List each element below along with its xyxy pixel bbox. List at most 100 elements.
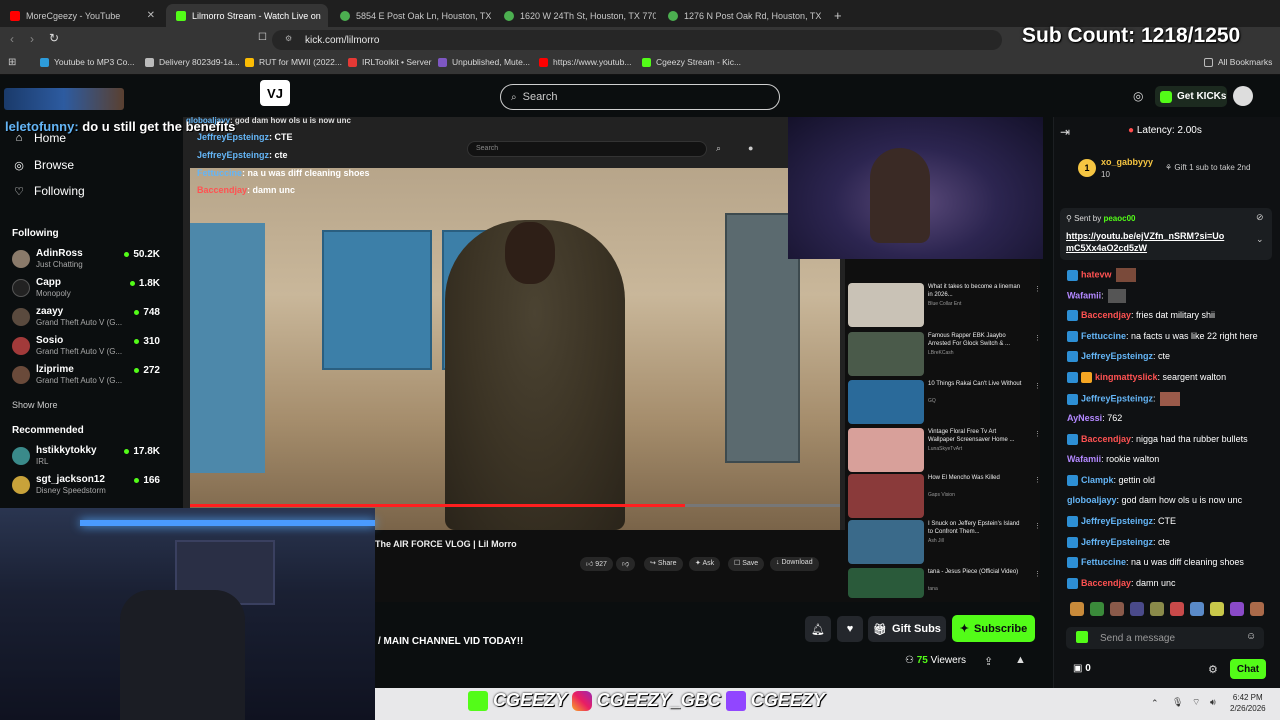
search-input[interactable]: ⌕ Search [500, 84, 780, 110]
avatar [12, 337, 30, 355]
mic-tray-icon[interactable]: 🎙︎ [1172, 697, 1183, 708]
gift-prompt[interactable]: ⚘ Gift 1 sub to take 2nd [1165, 163, 1250, 172]
bookmark-item[interactable]: RUT for MWII (2022... [245, 57, 342, 67]
more-icon[interactable]: ⋮ [1034, 476, 1041, 484]
recommended-channel[interactable]: hstikkytokky IRL 17.8K [12, 444, 160, 470]
bookmark-item[interactable]: Unpublished, Mute... [438, 57, 530, 67]
ask-button[interactable]: ✦ Ask [689, 557, 721, 571]
reload-icon[interactable]: ↻ [49, 31, 59, 45]
youtube-progress-played[interactable] [190, 504, 685, 507]
pinned-link[interactable]: https://youtu.be/ejVZfn_nSRM?si=UomC5Xx4… [1066, 230, 1226, 254]
suggested-video[interactable]: Vintage Floral Free Tv Art Wallpaper Scr… [848, 428, 1041, 476]
tab-lilmorro[interactable]: Lilmorro Stream - Watch Live on✕ [166, 4, 328, 27]
emote[interactable] [1190, 602, 1204, 616]
bookmark-star-icon[interactable]: ☐ [258, 32, 267, 43]
chevron-down-icon[interactable]: ⌄ [1256, 234, 1264, 245]
suggested-video[interactable]: I Snuck on Jeffery Epstein's Island to C… [848, 520, 1041, 568]
tab-map-2[interactable]: 1620 W 24Th St, Houston, TX 77008 [494, 4, 656, 27]
close-icon[interactable]: ✕ [141, 10, 155, 21]
following-channel[interactable]: Capp Monopoly 1.8K [12, 276, 160, 302]
kick-logo[interactable] [4, 88, 124, 110]
all-bookmarks[interactable]: All Bookmarks [1204, 57, 1272, 67]
sidebar-item-browse[interactable]: ◎ Browse [12, 158, 74, 172]
url-field[interactable]: ⚙ kick.com/lilmorro [272, 30, 1002, 50]
following-channel[interactable]: lziprime Grand Theft Auto V (G... 272 [12, 363, 160, 389]
more-icon[interactable]: ⋮ [1034, 285, 1041, 293]
more-icon[interactable]: ⋮ [1034, 522, 1041, 530]
notification-button[interactable]: 🔔︎ [805, 616, 831, 642]
emote[interactable] [1130, 602, 1144, 616]
channel-points[interactable]: ▣ 0 [1073, 663, 1091, 674]
collapse-chat-icon[interactable]: ⇥ [1060, 125, 1070, 139]
chat-input[interactable]: Send a message ☺ [1066, 627, 1264, 649]
site-info-icon[interactable]: ⚙ [285, 34, 292, 43]
more-icon[interactable]: ⋮ [1034, 430, 1041, 438]
youtube-progress-remaining[interactable] [685, 504, 840, 507]
save-button[interactable]: ☐ Save [728, 557, 765, 571]
tab-map-1[interactable]: 5854 E Post Oak Ln, Houston, TX 770 [330, 4, 492, 27]
volume-icon[interactable]: 🔊︎ [1210, 697, 1216, 708]
emote[interactable] [1150, 602, 1164, 616]
taskbar-clock[interactable]: 6:42 PM 2/26/2026 [1230, 692, 1266, 714]
report-icon[interactable]: ▲ [1015, 654, 1026, 666]
bookmark-item[interactable]: IRLToolkit • Server [348, 57, 431, 67]
emote[interactable] [1110, 602, 1124, 616]
theater-mode-icon[interactable]: ◎ [1133, 89, 1143, 103]
dislike-button[interactable]: 👎︎ [616, 557, 636, 571]
more-icon[interactable]: ⋮ [1034, 570, 1041, 578]
more-icon[interactable]: ⋮ [1034, 334, 1041, 342]
badge-icon [1067, 351, 1078, 363]
tab-morecgeezy[interactable]: MoreCgeezy - YouTube ✕ [0, 4, 165, 27]
emote[interactable] [1090, 602, 1104, 616]
gift-subs-button[interactable]: 🎁︎ Gift Subs [868, 616, 946, 642]
share-icon[interactable]: ⇪ [984, 655, 993, 668]
send-chat-button[interactable]: Chat [1230, 659, 1266, 679]
more-icon[interactable]: ⋮ [1034, 382, 1041, 390]
subscribe-button[interactable]: ✦ Subscribe [952, 615, 1035, 642]
bookmarks-bar: ⊞ Youtube to MP3 Co... Delivery 8023d9-1… [0, 53, 1280, 75]
bookmark-icon [145, 57, 154, 67]
suggested-video[interactable]: How El Mencho Was Killed Gaps Vision ⋮ [848, 474, 1041, 522]
follow-button[interactable]: ♥ [837, 616, 863, 642]
emote[interactable] [1250, 602, 1264, 616]
suggested-video[interactable]: tana - Jesus Piece (Official Video) tana ⋮ [848, 568, 1041, 600]
following-channel[interactable]: Sosio Grand Theft Auto V (G... 310 [12, 334, 160, 360]
close-icon[interactable]: ✕ [321, 10, 328, 21]
recommended-channel[interactable]: sgt_jackson12 Disney Speedstorm 166 [12, 473, 160, 499]
get-kicks-button[interactable]: Get KICKs [1155, 86, 1227, 107]
bookmark-item[interactable]: Youtube to MP3 Co... [40, 57, 135, 67]
bookmark-item[interactable]: https://www.youtub... [539, 57, 631, 67]
forward-icon[interactable]: › [30, 32, 34, 46]
streamer-webcam-figure [870, 148, 930, 243]
emote[interactable] [1230, 602, 1244, 616]
bookmark-item[interactable]: Delivery 8023d9-1a... [145, 57, 240, 67]
emote[interactable] [1170, 602, 1184, 616]
tray-chevron-icon[interactable]: ⌃ [1151, 698, 1159, 709]
suggested-video[interactable]: 10 Things Rakai Can't Live Without GQ ⋮ [848, 380, 1041, 428]
tab-map-3[interactable]: 1276 N Post Oak Rd, Houston, TX 77✕ [658, 4, 823, 27]
new-tab-button[interactable]: + [824, 4, 844, 27]
emote[interactable] [1210, 602, 1224, 616]
settings-icon[interactable]: ⚙ [1208, 663, 1218, 676]
emote[interactable] [1070, 602, 1084, 616]
apps-icon[interactable]: ⊞ [8, 57, 16, 68]
kick-icon [176, 10, 186, 21]
wifi-icon[interactable]: ⌔ [1192, 697, 1200, 708]
heart-icon: ♥ [846, 623, 854, 635]
download-button[interactable]: ↓ Download [770, 557, 819, 571]
back-icon[interactable]: ‹ [10, 32, 14, 46]
suggested-video[interactable]: What it takes to become a lineman in 202… [848, 283, 1041, 331]
like-button[interactable]: 👍︎ 927 [580, 557, 613, 571]
share-button[interactable]: ↪ Share [644, 557, 683, 571]
extension-icon[interactable]: VJ [260, 80, 290, 106]
sidebar-item-following[interactable]: ♡ Following [12, 184, 85, 198]
emoji-icon[interactable]: ☺ [1246, 631, 1256, 642]
bookmark-item[interactable]: Cgeezy Stream - Kic... [642, 57, 741, 67]
avatar [12, 308, 30, 326]
show-more-link[interactable]: Show More [12, 400, 58, 410]
following-channel[interactable]: zaayy Grand Theft Auto V (G... 748 [12, 305, 160, 331]
unpin-icon[interactable]: ⊘ [1256, 212, 1264, 223]
suggested-video[interactable]: Famous Rapper EBK Jaaybo Arrested For Gl… [848, 332, 1041, 380]
following-channel[interactable]: AdinRoss Just Chatting 50.2K [12, 247, 160, 273]
avatar[interactable] [1233, 86, 1253, 106]
